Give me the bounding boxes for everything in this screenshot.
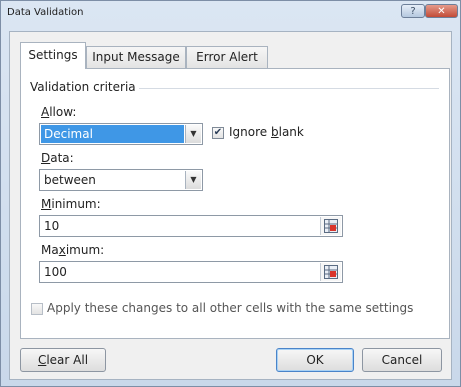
clear-all-button[interactable]: Clear All: [20, 348, 106, 372]
data-label: Data:: [41, 151, 74, 165]
tab-error-alert[interactable]: Error Alert: [186, 46, 268, 68]
validation-criteria-heading: Validation criteria: [30, 80, 140, 94]
data-dropdown[interactable]: between ▼: [39, 169, 203, 191]
range-select-icon[interactable]: [320, 217, 341, 235]
tab-input-message[interactable]: Input Message: [86, 46, 186, 68]
apply-all-label[interactable]: Apply these changes to all other cells w…: [47, 301, 413, 315]
checkmark-icon: ✔: [213, 127, 223, 138]
allow-dropdown[interactable]: Decimal ▼: [39, 123, 203, 145]
close-button[interactable]: ✕: [425, 4, 458, 18]
chevron-down-icon[interactable]: ▼: [185, 125, 201, 143]
title-bar[interactable]: Data Validation ? ✕: [1, 1, 460, 31]
minimum-value: 10: [44, 219, 60, 233]
settings-panel: Validation criteria Allow: Decimal ▼ ✔ I…: [20, 68, 450, 339]
ignore-blank-label[interactable]: Ignore blank: [229, 125, 304, 139]
help-button[interactable]: ?: [401, 4, 425, 18]
minimum-label: Minimum:: [41, 197, 101, 211]
data-validation-dialog: Data Validation ? ✕ Settings Input Messa…: [0, 0, 461, 387]
window-title: Data Validation: [7, 7, 84, 18]
cancel-button[interactable]: Cancel: [362, 348, 442, 372]
minimum-input[interactable]: 10: [39, 215, 343, 237]
maximum-value: 100: [44, 265, 67, 279]
range-select-icon[interactable]: [320, 263, 341, 281]
ok-button[interactable]: OK: [276, 348, 354, 372]
allow-label: Allow:: [41, 105, 77, 119]
apply-all-checkbox[interactable]: [31, 303, 43, 315]
chevron-down-icon[interactable]: ▼: [185, 171, 201, 189]
tab-settings[interactable]: Settings: [20, 42, 86, 69]
maximum-input[interactable]: 100: [39, 261, 343, 283]
data-value: between: [44, 173, 96, 187]
maximum-label: Maximum:: [41, 243, 105, 257]
dialog-body: Settings Input Message Error Alert Valid…: [9, 31, 452, 380]
allow-value: Decimal: [44, 127, 93, 141]
ignore-blank-checkbox[interactable]: ✔: [212, 127, 224, 139]
group-divider: [139, 88, 439, 89]
